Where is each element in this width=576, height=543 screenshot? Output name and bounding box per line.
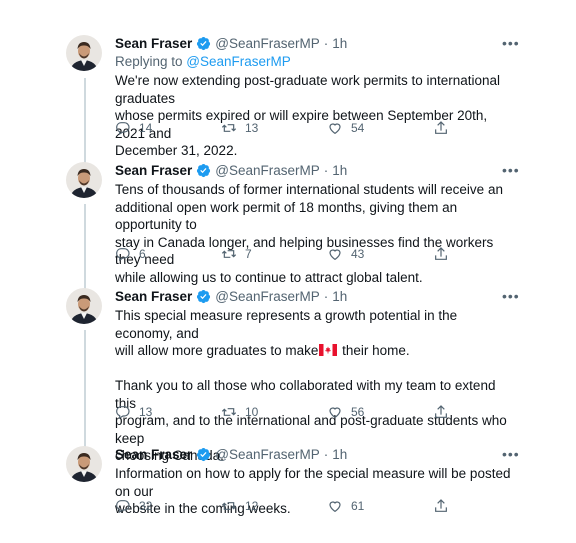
separator: · — [323, 289, 329, 304]
reply-button[interactable]: 13 — [115, 404, 152, 420]
tweet-text-line: their home. — [338, 343, 410, 358]
canada-flag-icon — [319, 344, 338, 356]
share-icon — [435, 499, 447, 512]
like-count: 56 — [351, 405, 365, 419]
heart-icon — [329, 407, 341, 419]
like-button[interactable]: 43 — [327, 246, 364, 262]
author-name[interactable]: Sean Fraser — [115, 289, 192, 304]
like-button[interactable]: 61 — [327, 498, 364, 514]
reply-icon — [116, 500, 130, 514]
reply-button[interactable]: 14 — [115, 120, 152, 136]
timestamp[interactable]: 1h — [332, 447, 347, 462]
avatar[interactable] — [66, 288, 102, 324]
timestamp[interactable]: 1h — [332, 289, 347, 304]
verified-badge-icon — [197, 36, 211, 51]
heart-icon — [329, 249, 341, 261]
share-button[interactable] — [433, 246, 457, 262]
reply-count: 6 — [139, 247, 146, 261]
reply-icon — [116, 122, 130, 136]
like-button[interactable]: 56 — [327, 404, 364, 420]
tweet-header: Sean Fraser @SeanFraserMP · 1h — [115, 289, 347, 304]
replying-to: Replying to @SeanFraserMP — [115, 54, 291, 69]
retweet-count: 7 — [245, 247, 252, 261]
timestamp[interactable]: 1h — [332, 163, 347, 178]
avatar[interactable] — [66, 446, 102, 482]
tweet-text: This special measure represents a growth… — [115, 307, 515, 465]
share-button[interactable] — [433, 120, 457, 136]
author-name[interactable]: Sean Fraser — [115, 36, 192, 51]
avatar[interactable] — [66, 35, 102, 71]
reply-count: 13 — [139, 405, 153, 419]
retweet-icon — [221, 502, 237, 510]
retweet-icon — [221, 124, 237, 132]
like-count: 43 — [351, 247, 365, 261]
retweet-count: 10 — [245, 405, 259, 419]
author-name[interactable]: Sean Fraser — [115, 447, 192, 462]
separator: · — [323, 447, 329, 462]
retweet-button[interactable]: 7 — [221, 246, 252, 262]
reply-count: 32 — [139, 499, 153, 513]
heart-icon — [329, 501, 341, 513]
retweet-count: 13 — [245, 121, 259, 135]
share-icon — [435, 405, 447, 418]
heart-icon — [329, 123, 341, 135]
separator: · — [323, 163, 329, 178]
author-name[interactable]: Sean Fraser — [115, 163, 192, 178]
tweet-text-line: will allow more graduates to make — [115, 343, 319, 358]
thread-line — [84, 204, 86, 290]
reply-icon — [116, 406, 130, 420]
more-options-button[interactable]: ••• — [502, 288, 520, 304]
retweet-button[interactable]: 10 — [221, 404, 258, 420]
share-button[interactable] — [433, 498, 457, 514]
author-handle[interactable]: @SeanFraserMP — [215, 163, 320, 178]
like-button[interactable]: 54 — [327, 120, 364, 136]
like-count: 61 — [351, 499, 365, 513]
retweet-count: 12 — [245, 499, 259, 513]
retweet-button[interactable]: 12 — [221, 498, 258, 514]
tweet-header: Sean Fraser @SeanFraserMP · 1h — [115, 163, 347, 178]
retweet-icon — [221, 408, 237, 416]
tweet-text-line: This special measure represents a growth… — [115, 308, 458, 341]
replying-to-label: Replying to — [115, 54, 187, 69]
share-button[interactable] — [433, 404, 457, 420]
avatar[interactable] — [66, 162, 102, 198]
replying-to-handle-link[interactable]: @SeanFraserMP — [186, 54, 291, 69]
separator: · — [323, 36, 329, 51]
retweet-button[interactable]: 13 — [221, 120, 258, 136]
reply-button[interactable]: 32 — [115, 498, 152, 514]
author-handle[interactable]: @SeanFraserMP — [215, 447, 320, 462]
tweet-header: Sean Fraser @SeanFraserMP · 1h — [115, 36, 347, 51]
verified-badge-icon — [197, 163, 211, 178]
verified-badge-icon — [197, 447, 211, 462]
reply-count: 14 — [139, 121, 153, 135]
author-handle[interactable]: @SeanFraserMP — [215, 289, 320, 304]
timestamp[interactable]: 1h — [332, 36, 347, 51]
like-count: 54 — [351, 121, 365, 135]
author-handle[interactable]: @SeanFraserMP — [215, 36, 320, 51]
verified-badge-icon — [197, 289, 211, 304]
retweet-icon — [221, 250, 237, 258]
more-options-button[interactable]: ••• — [502, 162, 520, 178]
thread-line — [84, 330, 86, 448]
more-options-button[interactable]: ••• — [502, 446, 520, 462]
reply-icon — [116, 248, 130, 262]
reply-button[interactable]: 6 — [115, 246, 146, 262]
more-options-button[interactable]: ••• — [502, 35, 520, 51]
share-icon — [435, 247, 447, 260]
tweet-header: Sean Fraser @SeanFraserMP · 1h — [115, 447, 347, 462]
tweet-text: Tens of thousands of former internationa… — [115, 182, 503, 285]
share-icon — [435, 121, 447, 134]
thread-line — [84, 78, 86, 164]
tweet-text: We're now extending post-graduate work p… — [115, 73, 501, 158]
